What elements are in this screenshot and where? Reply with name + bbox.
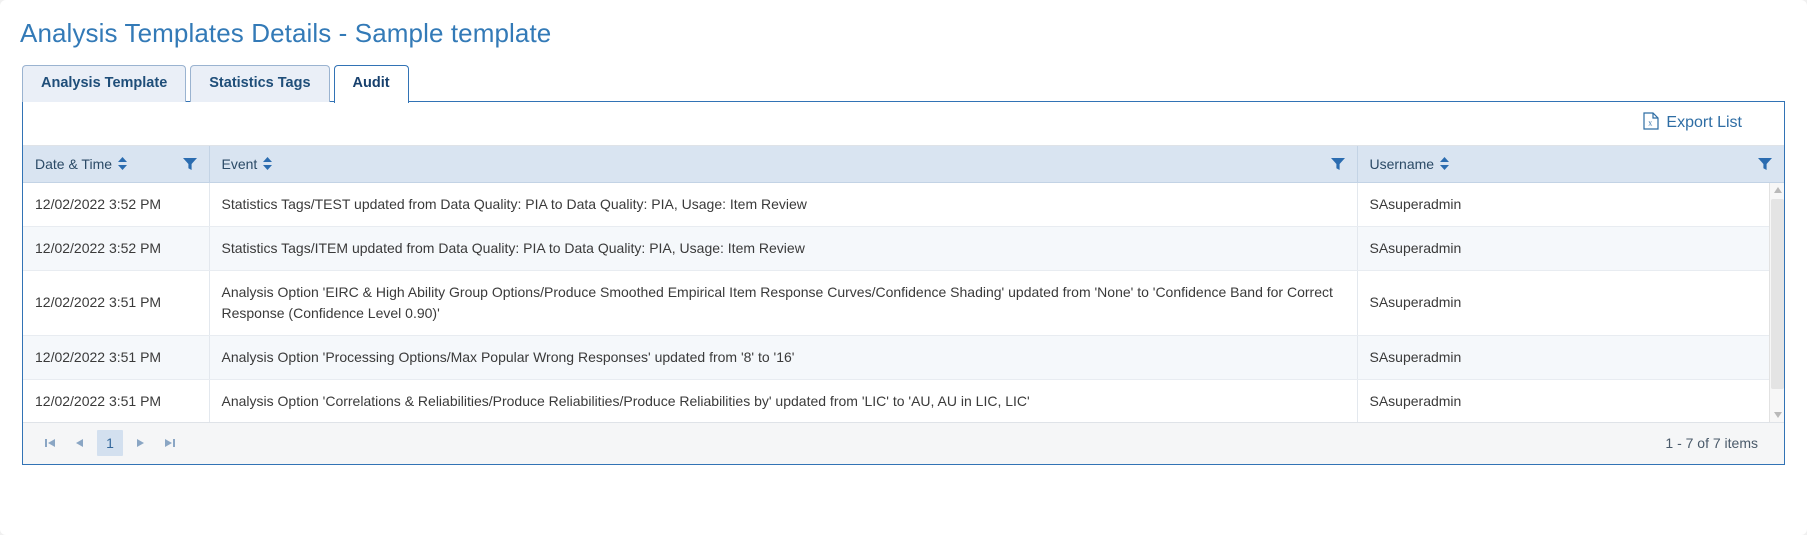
cell-username: SAsuperadmin xyxy=(1357,182,1784,227)
pager-first-button[interactable] xyxy=(37,430,63,456)
cell-date-time: 12/02/2022 3:51 PM xyxy=(23,379,210,422)
tab-label: Audit xyxy=(352,75,390,91)
svg-text:x: x xyxy=(1649,118,1653,127)
cell-username: SAsuperadmin xyxy=(1357,270,1784,336)
tab-audit[interactable]: Audit xyxy=(333,65,409,103)
column-header-username[interactable]: Username xyxy=(1357,145,1784,183)
grid-body: 12/02/2022 3:52 PM Statistics Tags/TEST … xyxy=(23,182,1784,422)
pager-last-button[interactable] xyxy=(157,430,183,456)
grid-pager: 1 1 - 7 of 7 items xyxy=(23,421,1784,464)
cell-event: Analysis Option 'Processing Options/Max … xyxy=(209,335,1358,380)
sort-toggle-icon[interactable] xyxy=(263,157,273,171)
scrollbar-thumb[interactable] xyxy=(1771,198,1784,389)
grid-header: Date & Time Event Username xyxy=(23,145,1784,183)
excel-export-icon: x xyxy=(1643,112,1660,135)
pager-next-button[interactable] xyxy=(127,430,153,456)
pager-summary: 1 - 7 of 7 items xyxy=(1665,435,1758,452)
audit-grid: Date & Time Event Username xyxy=(23,145,1784,183)
sort-event[interactable]: Event xyxy=(222,156,273,172)
tab-label: Analysis Template xyxy=(41,75,168,91)
table-row[interactable]: 12/02/2022 3:52 PM Statistics Tags/ITEM … xyxy=(23,226,1784,271)
table-row[interactable]: 12/02/2022 3:51 PM Analysis Option 'Proc… xyxy=(23,335,1784,380)
pager-previous-button[interactable] xyxy=(67,430,93,456)
cell-event: Analysis Option 'Correlations & Reliabil… xyxy=(209,379,1358,422)
table-row[interactable]: 12/02/2022 3:52 PM Statistics Tags/TEST … xyxy=(23,182,1784,227)
filter-icon-event[interactable] xyxy=(1330,157,1345,171)
pager-page-1[interactable]: 1 xyxy=(97,430,123,457)
header-row: Date & Time Event Username xyxy=(23,145,1784,183)
cell-date-time: 12/02/2022 3:52 PM xyxy=(23,182,210,227)
column-label: Event xyxy=(221,155,258,172)
vertical-scrollbar[interactable] xyxy=(1769,182,1784,422)
column-label: Date & Time xyxy=(35,155,113,172)
export-list-button[interactable]: x Export List xyxy=(1643,112,1742,135)
tab-label: Statistics Tags xyxy=(209,75,311,91)
cell-date-time: 12/02/2022 3:51 PM xyxy=(23,335,210,380)
audit-panel: x Export List Date & Time Event Username… xyxy=(22,100,1785,465)
cell-event: Statistics Tags/ITEM updated from Data Q… xyxy=(209,226,1358,271)
filter-icon-date-time[interactable] xyxy=(182,157,197,171)
audit-page: Analysis Templates Details - Sample temp… xyxy=(0,0,1807,535)
sort-toggle-icon[interactable] xyxy=(118,157,128,171)
cell-event: Statistics Tags/TEST updated from Data Q… xyxy=(209,182,1358,227)
column-header-date-time[interactable]: Date & Time xyxy=(23,145,210,183)
table-row[interactable]: 12/02/2022 3:51 PM Analysis Option 'EIRC… xyxy=(23,270,1784,336)
sort-username[interactable]: Username xyxy=(1370,156,1450,172)
page-title: Analysis Templates Details - Sample temp… xyxy=(20,18,552,48)
export-list-label: Export List xyxy=(1666,114,1742,132)
cell-date-time: 12/02/2022 3:52 PM xyxy=(23,226,210,271)
cell-date-time: 12/02/2022 3:51 PM xyxy=(23,270,210,336)
cell-username: SAsuperadmin xyxy=(1357,335,1784,380)
sort-toggle-icon[interactable] xyxy=(1440,157,1450,171)
cell-username: SAsuperadmin xyxy=(1357,226,1784,271)
column-header-event[interactable]: Event xyxy=(209,145,1358,183)
table-row[interactable]: 12/02/2022 3:51 PM Analysis Option 'Corr… xyxy=(23,379,1784,422)
tab-analysis-template[interactable]: Analysis Template xyxy=(22,65,187,102)
grid-toolbar: x Export List xyxy=(23,101,1784,146)
tab-statistics-tags[interactable]: Statistics Tags xyxy=(190,65,330,102)
column-label: Username xyxy=(1369,155,1435,172)
grid-body-scroll-area: 12/02/2022 3:52 PM Statistics Tags/TEST … xyxy=(23,182,1784,422)
pager-controls: 1 xyxy=(37,430,183,457)
cell-event: Analysis Option 'EIRC & High Ability Gro… xyxy=(209,270,1358,336)
scroll-down-icon[interactable] xyxy=(1770,408,1784,422)
tab-strip: Analysis Template Statistics Tags Audit xyxy=(22,65,1807,103)
filter-icon-username[interactable] xyxy=(1758,157,1772,171)
cell-username: SAsuperadmin xyxy=(1357,379,1784,422)
scroll-up-icon[interactable] xyxy=(1770,183,1784,197)
audit-grid-body: 12/02/2022 3:52 PM Statistics Tags/TEST … xyxy=(23,182,1784,422)
sort-date-time[interactable]: Date & Time xyxy=(35,155,128,172)
